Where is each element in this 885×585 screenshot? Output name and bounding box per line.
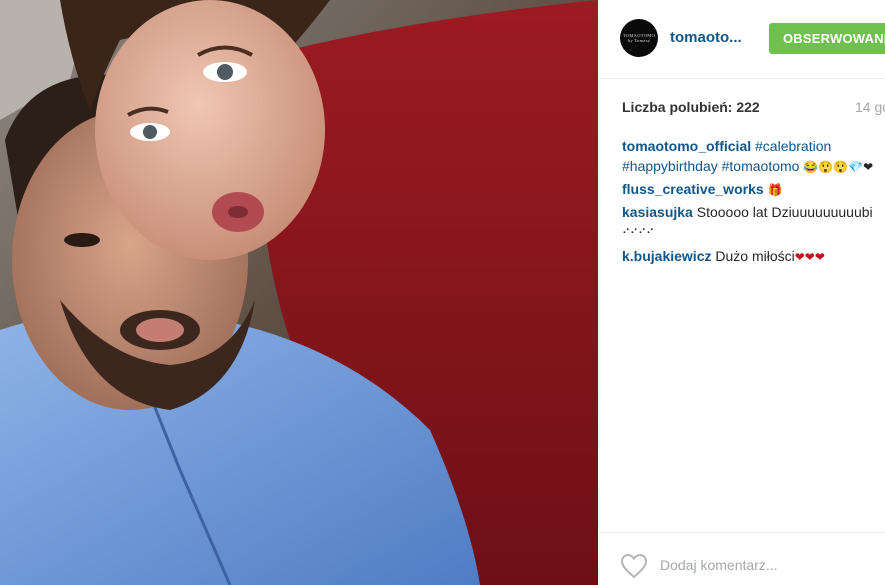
- username-link[interactable]: tomaoto...: [670, 29, 742, 46]
- comment-item: k.bujakiewicz Dużo miłości❤❤❤: [622, 246, 885, 267]
- post-time[interactable]: 14 go: [855, 99, 885, 115]
- follow-button[interactable]: OBSERWOWANE: [769, 23, 885, 54]
- comments-list: tomaotomo_official #calebration #happybi…: [622, 136, 885, 269]
- comment-username[interactable]: fluss_creative_works: [622, 181, 764, 197]
- post-sidebar: TOMAOTOMO by Tomasz tomaoto... OBSERWOWA…: [598, 0, 885, 585]
- comment-username[interactable]: k.bujakiewicz: [622, 248, 711, 264]
- hashtag[interactable]: #calebration: [755, 138, 831, 154]
- add-comment-input[interactable]: Dodaj komentarz...: [660, 557, 778, 573]
- comment-username[interactable]: tomaotomo_official: [622, 138, 751, 154]
- likes-count[interactable]: Liczba polubień: 222: [622, 99, 760, 115]
- post-footer: Dodaj komentarz...: [598, 532, 885, 585]
- avatar[interactable]: TOMAOTOMO by Tomasz: [620, 19, 658, 57]
- comment-text: Stooooo lat Dziuuuuuuuuubi: [696, 204, 873, 220]
- heart-icon: [620, 553, 648, 579]
- comment-username[interactable]: kasiasujka: [622, 204, 693, 220]
- like-button[interactable]: [620, 553, 648, 579]
- hearts-emoji: ❤❤❤: [794, 250, 825, 264]
- comment-item: fluss_creative_works 🎁: [622, 179, 885, 200]
- selfie-photo: [0, 0, 598, 585]
- post-photo[interactable]: [0, 0, 598, 585]
- comment-item: tomaotomo_official #calebration #happybi…: [622, 136, 885, 177]
- comment-text: Dużo miłości: [715, 248, 795, 264]
- post-header: TOMAOTOMO by Tomasz tomaoto... OBSERWOWA…: [598, 0, 885, 79]
- comment-text-line2: ⠊⠊⠊⠊: [622, 228, 655, 240]
- gift-emoji: 🎁: [767, 183, 783, 197]
- hashtags[interactable]: #happybirthday #tomaotomo: [622, 158, 799, 174]
- avatar-logo-subtext: by Tomasz: [627, 38, 651, 43]
- comment-item: kasiasujka Stooooo lat Dziuuuuuuuuubi ⠊⠊…: [622, 202, 885, 244]
- emoji-group: 😂😲😲💎❤: [803, 160, 874, 174]
